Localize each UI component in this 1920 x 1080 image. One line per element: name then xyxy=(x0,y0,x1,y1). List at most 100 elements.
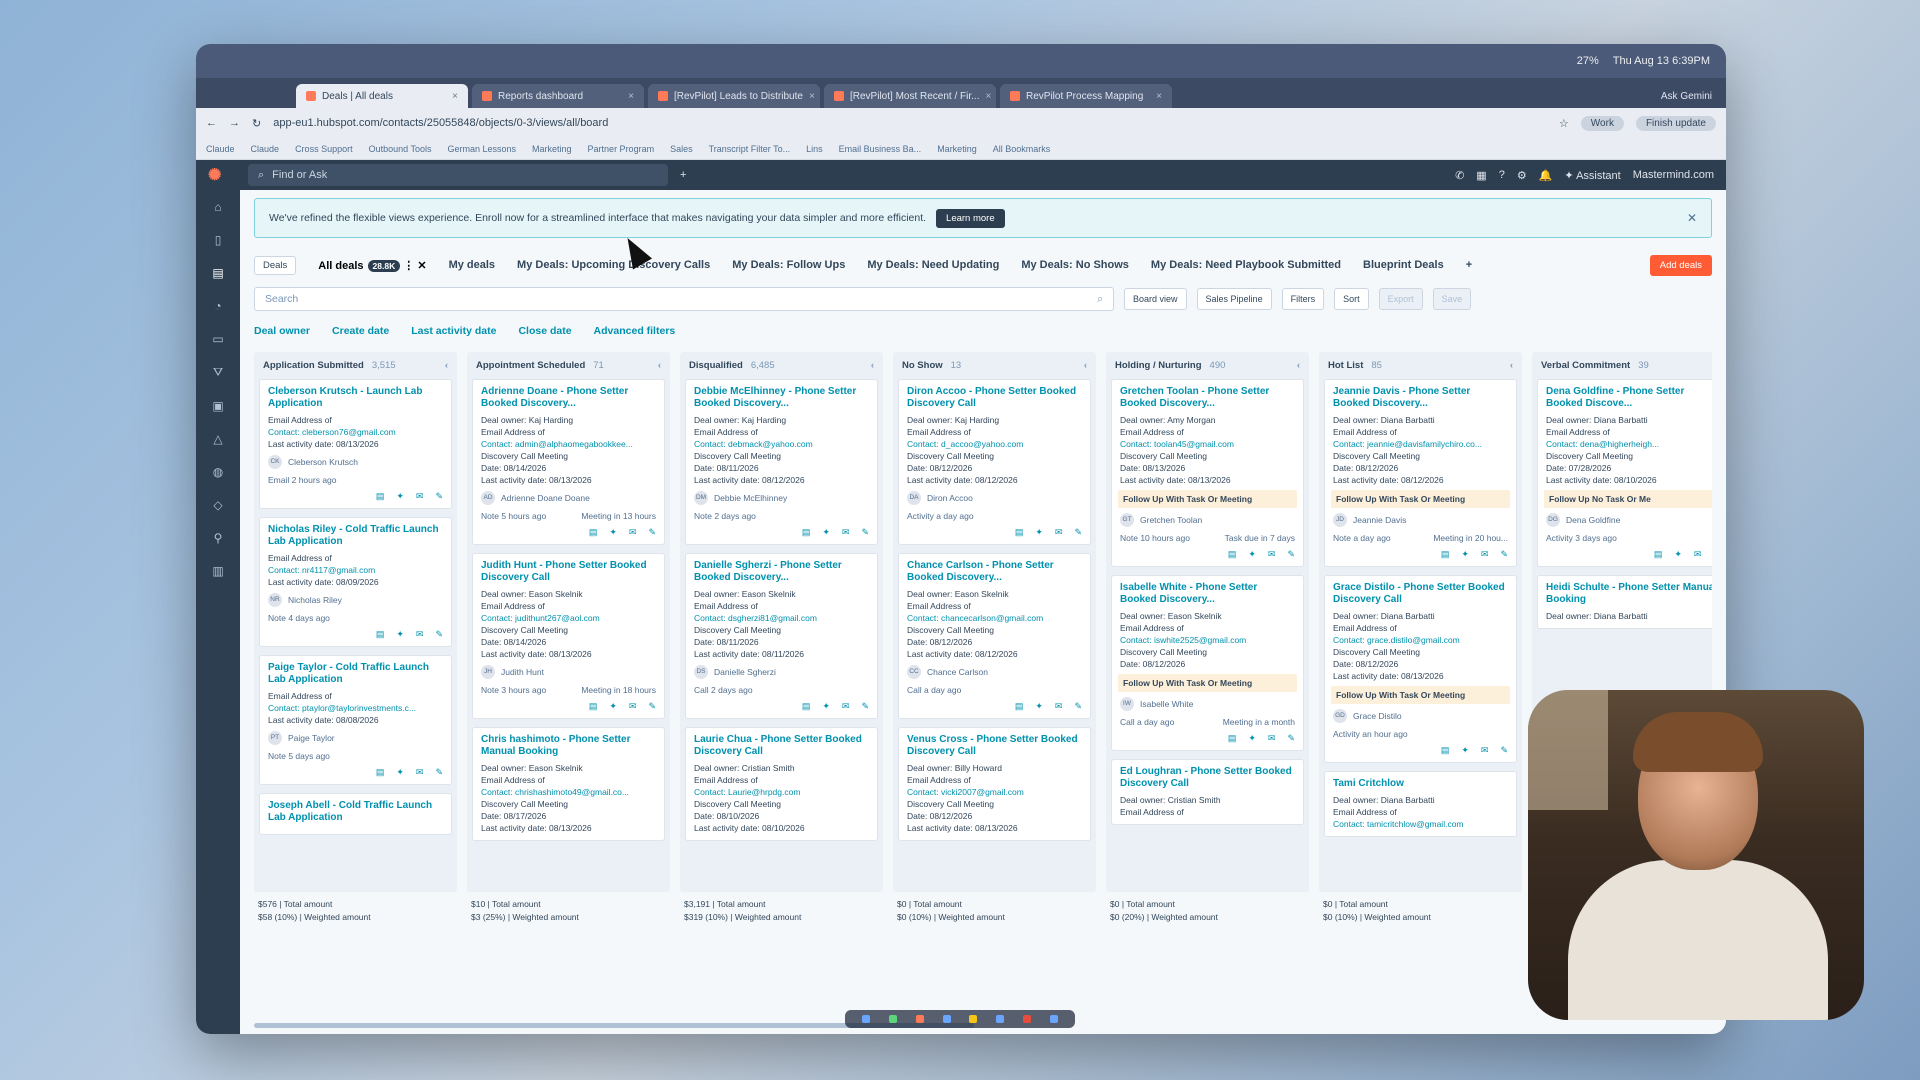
help-icon[interactable]: ? xyxy=(1499,169,1505,181)
note-icon[interactable]: ▤ xyxy=(1015,700,1024,712)
email-icon[interactable]: ✉ xyxy=(416,490,424,502)
edit-icon[interactable]: ✎ xyxy=(861,700,869,712)
close-tab-icon[interactable]: × xyxy=(809,91,815,102)
account-menu[interactable]: Mastermind.com xyxy=(1633,169,1714,181)
back-icon[interactable]: ← xyxy=(206,117,217,129)
deal-card[interactable]: Laurie Chua - Phone Setter Booked Discov… xyxy=(685,727,878,841)
deal-title[interactable]: Diron Accoo - Phone Setter Booked Discov… xyxy=(907,386,1082,410)
task-icon[interactable]: ✦ xyxy=(1248,548,1256,560)
deal-title[interactable]: Cleberson Krutsch - Launch Lab Applicati… xyxy=(268,386,443,410)
pipeline-select[interactable]: Sales Pipeline xyxy=(1196,288,1272,310)
associated-contact[interactable]: DG Dena Goldfine xyxy=(1546,513,1712,527)
email-icon[interactable]: ✉ xyxy=(416,628,424,640)
bookmark-item[interactable]: Sales xyxy=(670,144,693,154)
commerce-icon[interactable]: ▣ xyxy=(212,399,223,413)
bookmark-item[interactable]: All Bookmarks xyxy=(993,144,1051,154)
email-icon[interactable]: ✉ xyxy=(842,700,850,712)
task-icon[interactable]: ✦ xyxy=(1035,700,1043,712)
collapse-icon[interactable]: ‹ xyxy=(1297,360,1300,371)
deal-title[interactable]: Debbie McElhinney - Phone Setter Booked … xyxy=(694,386,869,410)
deal-card[interactable]: Dena Goldfine - Phone Setter Booked Disc… xyxy=(1537,379,1712,567)
edit-icon[interactable]: ✎ xyxy=(648,526,656,538)
deal-title[interactable]: Joseph Abell - Cold Traffic Launch Lab A… xyxy=(268,800,443,824)
email-icon[interactable]: ✉ xyxy=(1055,526,1063,538)
associated-contact[interactable]: IW Isabelle White xyxy=(1120,697,1295,711)
url-field[interactable]: app-eu1.hubspot.com/contacts/25055848/ob… xyxy=(273,117,1547,129)
task-icon[interactable]: ✦ xyxy=(1674,548,1682,560)
deal-title[interactable]: Jeannie Davis - Phone Setter Booked Disc… xyxy=(1333,386,1508,410)
marketplace-icon[interactable]: ▦ xyxy=(1476,169,1486,182)
battery-status[interactable]: 27% xyxy=(1577,55,1599,67)
close-tab-icon[interactable]: × xyxy=(628,91,634,102)
bookmark-item[interactable]: Transcript Filter To... xyxy=(709,144,791,154)
edit-icon[interactable]: ✎ xyxy=(1500,548,1508,560)
deal-title[interactable]: Gretchen Toolan - Phone Setter Booked Di… xyxy=(1120,386,1295,410)
deal-card[interactable]: Judith Hunt - Phone Setter Booked Discov… xyxy=(472,553,665,719)
sort-button[interactable]: Sort xyxy=(1334,288,1369,310)
note-icon[interactable]: ▤ xyxy=(376,490,385,502)
close-tab-icon[interactable]: × xyxy=(1156,91,1162,102)
close-tab-icon[interactable]: × xyxy=(452,91,458,102)
bookmark-item[interactable]: Marketing xyxy=(532,144,572,154)
email-icon[interactable]: ✉ xyxy=(629,700,637,712)
filter-dropdown[interactable]: Create date xyxy=(332,325,389,337)
note-icon[interactable]: ▤ xyxy=(1015,526,1024,538)
associated-contact[interactable]: CC Chance Carlson xyxy=(907,665,1082,679)
email-icon[interactable]: ✉ xyxy=(1481,744,1489,756)
chart-icon[interactable]: ▥ xyxy=(212,564,223,578)
task-icon[interactable]: ✦ xyxy=(609,700,617,712)
email-icon[interactable]: ✉ xyxy=(1694,548,1702,560)
deal-title[interactable]: Grace Distilo - Phone Setter Booked Disc… xyxy=(1333,582,1508,606)
deal-card[interactable]: Chance Carlson - Phone Setter Booked Dis… xyxy=(898,553,1091,719)
deal-title[interactable]: Judith Hunt - Phone Setter Booked Discov… xyxy=(481,560,656,584)
collapse-icon[interactable]: ‹ xyxy=(1510,360,1513,371)
task-icon[interactable]: ✦ xyxy=(396,628,404,640)
browser-tab[interactable]: Deals | All deals × xyxy=(296,84,468,108)
filters-button[interactable]: Filters xyxy=(1281,288,1325,310)
browser-tab[interactable]: RevPilot Process Mapping × xyxy=(1000,84,1172,108)
bookmark-item[interactable]: Claude xyxy=(251,144,280,154)
edit-icon[interactable]: ✎ xyxy=(1287,732,1295,744)
task-icon[interactable]: ✦ xyxy=(396,490,404,502)
deal-title[interactable]: Venus Cross - Phone Setter Booked Discov… xyxy=(907,734,1082,758)
object-selector[interactable]: Deals xyxy=(254,255,297,275)
view-tab[interactable]: My Deals: Need Playbook Submitted xyxy=(1151,259,1341,271)
edit-icon[interactable]: ✎ xyxy=(435,766,443,778)
add-icon[interactable]: + xyxy=(680,169,686,181)
deal-card[interactable]: Jeannie Davis - Phone Setter Booked Disc… xyxy=(1324,379,1517,567)
note-icon[interactable]: ▤ xyxy=(1441,548,1450,560)
email-icon[interactable]: ✉ xyxy=(629,526,637,538)
note-icon[interactable]: ▤ xyxy=(802,700,811,712)
notifications-icon[interactable]: 🔔 xyxy=(1539,169,1553,182)
learn-more-button[interactable]: Learn more xyxy=(936,208,1005,228)
email-icon[interactable]: ✉ xyxy=(842,526,850,538)
dock-app-icon[interactable] xyxy=(889,1015,898,1023)
reporting-icon[interactable]: ⚲ xyxy=(214,531,223,545)
note-icon[interactable]: ▤ xyxy=(376,766,385,778)
deal-title[interactable]: Nicholas Riley - Cold Traffic Launch Lab… xyxy=(268,524,443,548)
clock[interactable]: Thu Aug 13 6:39PM xyxy=(1613,55,1710,67)
associated-contact[interactable]: JD Jeannie Davis xyxy=(1333,513,1508,527)
browser-tab[interactable]: Reports dashboard × xyxy=(472,84,644,108)
email-icon[interactable]: ✉ xyxy=(1481,548,1489,560)
bookmark-item[interactable]: Claude xyxy=(206,144,235,154)
edit-icon[interactable]: ✎ xyxy=(435,628,443,640)
edit-icon[interactable]: ✎ xyxy=(1287,548,1295,560)
automation-icon[interactable]: ◇ xyxy=(213,498,222,512)
note-icon[interactable]: ▤ xyxy=(1441,744,1450,756)
board-view-select[interactable]: Board view xyxy=(1124,288,1187,310)
associated-contact[interactable]: GD Grace Distilo xyxy=(1333,709,1508,723)
view-tab[interactable]: My Deals: Follow Ups xyxy=(732,259,845,271)
deal-card[interactable]: Heidi Schulte - Phone Setter Manual Book… xyxy=(1537,575,1712,629)
hubspot-logo-icon[interactable]: ✺ xyxy=(208,165,236,185)
task-icon[interactable]: ✦ xyxy=(822,526,830,538)
forward-icon[interactable]: → xyxy=(229,117,240,129)
dock-app-icon[interactable] xyxy=(915,1015,924,1023)
edit-icon[interactable]: ✎ xyxy=(1074,526,1082,538)
global-search[interactable]: ⌕ Find or Ask xyxy=(248,164,668,186)
deal-card[interactable]: Cleberson Krutsch - Launch Lab Applicati… xyxy=(259,379,452,509)
deal-card[interactable]: Gretchen Toolan - Phone Setter Booked Di… xyxy=(1111,379,1304,567)
marketing-icon[interactable]: ◔ xyxy=(214,299,221,313)
content-icon[interactable]: ▭ xyxy=(212,332,223,346)
deal-card[interactable]: Tami Critchlow Deal owner: Diana Barbatti… xyxy=(1324,771,1517,837)
